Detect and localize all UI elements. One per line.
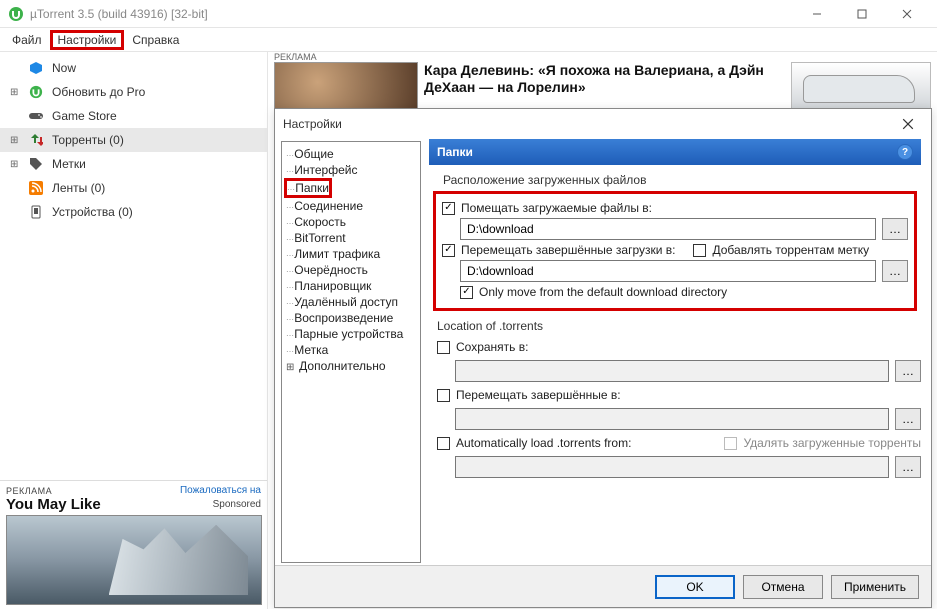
label-append-label: Добавлять торрентам метку: [712, 243, 869, 257]
app-logo-icon: [8, 6, 24, 22]
app-logo-icon: [28, 85, 44, 99]
tree-item-folders[interactable]: Папки: [284, 178, 332, 198]
section-torrent-location: Location of .torrents: [437, 319, 921, 333]
menu-file[interactable]: Файл: [4, 31, 50, 49]
label-put-new-downloads: Помещать загружаемые файлы в:: [461, 201, 652, 215]
pane-header: Папки ?: [429, 139, 921, 165]
ad-image[interactable]: [791, 62, 931, 112]
settings-dialog: Настройки Общие Интерфейс Папки Соединен…: [274, 108, 932, 608]
label-delete-loaded: Удалять загруженные торренты: [743, 436, 921, 450]
sidebar-item-label: Торренты (0): [52, 133, 124, 147]
menu-help[interactable]: Справка: [124, 31, 187, 49]
sidebar: Now ⊞ Обновить до Pro Game Store ⊞ Торре…: [0, 52, 268, 609]
tree-item-paired[interactable]: Парные устройства: [284, 326, 418, 342]
tree-item-interface[interactable]: Интерфейс: [284, 162, 418, 178]
window-title: µTorrent 3.5 (build 43916) [32-bit]: [30, 7, 794, 21]
input-autoload-path: [455, 456, 889, 478]
input-completed-path[interactable]: D:\download: [460, 260, 876, 282]
sidebar-item-label: Устройства (0): [52, 205, 133, 219]
tag-icon: [28, 157, 44, 171]
highlighted-folder-settings: Помещать загружаемые файлы в: D:\downloa…: [433, 191, 917, 311]
checkbox-move-done-torrents[interactable]: [437, 389, 450, 402]
device-icon: [28, 205, 44, 219]
tree-item-general[interactable]: Общие: [284, 146, 418, 162]
input-new-download-path[interactable]: D:\download: [460, 218, 876, 240]
label-autoload-torrents: Automatically load .torrents from:: [456, 436, 631, 450]
dialog-titlebar: Настройки: [275, 109, 931, 139]
tree-item-bandwidth[interactable]: Лимит трафика: [284, 246, 418, 262]
tree-item-remote[interactable]: Удалённый доступ: [284, 294, 418, 310]
tree-item-scheduler[interactable]: Планировщик: [284, 278, 418, 294]
ad-headline[interactable]: Кара Делевинь: «Я похожа на Валериана, а…: [424, 62, 785, 112]
transfer-icon: [28, 133, 44, 147]
minimize-button[interactable]: [794, 0, 839, 28]
sidebar-item-torrents[interactable]: ⊞ Торренты (0): [0, 128, 267, 152]
gamepad-icon: [28, 110, 44, 122]
label-store-torrents: Сохранять в:: [456, 340, 528, 354]
tree-item-playback[interactable]: Воспроизведение: [284, 310, 418, 326]
titlebar: µTorrent 3.5 (build 43916) [32-bit]: [0, 0, 937, 28]
label-move-completed: Перемещать завершённые загрузки в:: [461, 243, 675, 257]
ad-title: You May Like: [6, 496, 101, 513]
checkbox-only-move-default[interactable]: [460, 286, 473, 299]
input-move-done-torrents-path: [455, 408, 889, 430]
settings-pane: Папки ? Расположение загруженных файлов …: [423, 139, 931, 565]
ad-sponsor: Sponsored: [213, 499, 261, 510]
checkbox-autoload-torrents[interactable]: [437, 437, 450, 450]
tree-item-label[interactable]: Метка: [284, 342, 418, 358]
section-downloads-location: Расположение загруженных файлов: [443, 173, 921, 187]
sidebar-ad: РЕКЛАМА Пожаловаться на You May Like Spo…: [0, 480, 267, 609]
checkbox-store-torrents[interactable]: [437, 341, 450, 354]
browse-button[interactable]: …: [882, 218, 908, 240]
input-store-torrents-path: [455, 360, 889, 382]
tree-item-queue[interactable]: Очерёдность: [284, 262, 418, 278]
tree-item-connection[interactable]: Соединение: [284, 198, 418, 214]
label-only-move-default: Only move from the default download dire…: [479, 285, 727, 299]
menu-settings[interactable]: Настройки: [50, 30, 125, 50]
sidebar-item-now[interactable]: Now: [0, 56, 267, 80]
ok-button[interactable]: OK: [655, 575, 735, 599]
sidebar-item-devices[interactable]: Устройства (0): [0, 200, 267, 224]
label-move-done-torrents: Перемещать завершённые в:: [456, 388, 621, 402]
sidebar-item-gamestore[interactable]: Game Store: [0, 104, 267, 128]
apply-button[interactable]: Применить: [831, 575, 919, 599]
close-icon[interactable]: [893, 109, 923, 139]
browse-button[interactable]: …: [895, 456, 921, 478]
sidebar-item-upgrade[interactable]: ⊞ Обновить до Pro: [0, 80, 267, 104]
settings-tree[interactable]: Общие Интерфейс Папки Соединение Скорост…: [281, 141, 421, 563]
browse-button[interactable]: …: [895, 360, 921, 382]
browse-button[interactable]: …: [882, 260, 908, 282]
ad-image[interactable]: [6, 515, 262, 605]
sidebar-item-label: Game Store: [52, 109, 117, 123]
hexagon-icon: [28, 61, 44, 75]
checkbox-append-label[interactable]: [693, 244, 706, 257]
ad-label: РЕКЛАМА: [274, 52, 317, 62]
tree-item-bittorrent[interactable]: BitTorrent: [284, 230, 418, 246]
menubar: Файл Настройки Справка: [0, 28, 937, 52]
browse-button[interactable]: …: [895, 408, 921, 430]
sidebar-item-label: Обновить до Pro: [52, 85, 145, 99]
checkbox-delete-loaded: [724, 437, 737, 450]
tree-item-speed[interactable]: Скорость: [284, 214, 418, 230]
ad-label: РЕКЛАМА: [6, 486, 52, 496]
ad-complain-link[interactable]: Пожаловаться на: [180, 485, 261, 496]
ad-image[interactable]: [274, 62, 418, 112]
sidebar-item-labels[interactable]: ⊞ Метки: [0, 152, 267, 176]
tree-item-advanced[interactable]: Дополнительно: [284, 358, 418, 374]
checkbox-move-completed[interactable]: [442, 244, 455, 257]
rss-icon: [28, 181, 44, 195]
dialog-button-row: OK Отмена Применить: [275, 565, 931, 607]
sidebar-item-label: Ленты (0): [52, 181, 105, 195]
dialog-title: Настройки: [283, 117, 893, 131]
close-button[interactable]: [884, 0, 929, 28]
cancel-button[interactable]: Отмена: [743, 575, 823, 599]
checkbox-put-new-downloads[interactable]: [442, 202, 455, 215]
maximize-button[interactable]: [839, 0, 884, 28]
sidebar-item-label: Метки: [52, 157, 86, 171]
sidebar-item-label: Now: [52, 61, 76, 75]
sidebar-item-feeds[interactable]: Ленты (0): [0, 176, 267, 200]
help-icon[interactable]: ?: [897, 144, 913, 160]
pane-title: Папки: [437, 145, 473, 159]
